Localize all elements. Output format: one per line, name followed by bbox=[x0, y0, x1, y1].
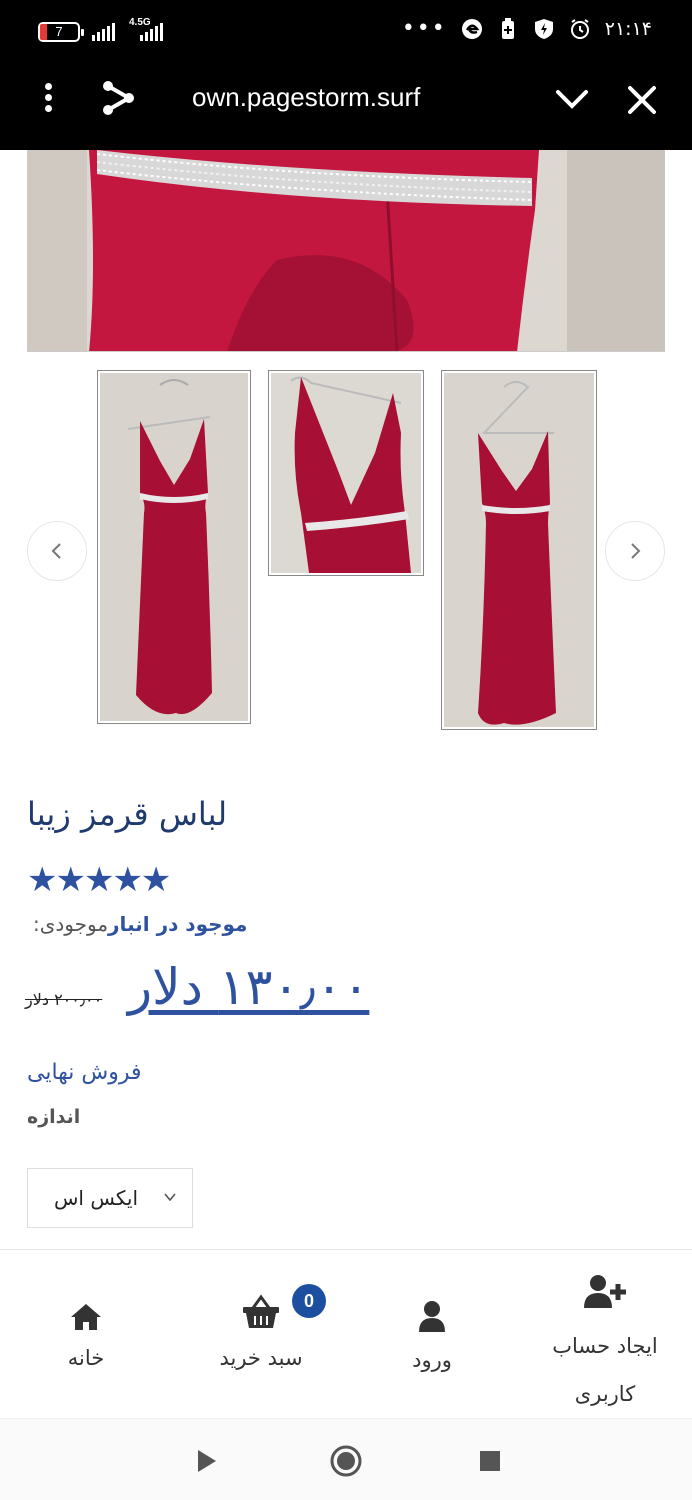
close-icon[interactable] bbox=[622, 80, 662, 120]
chevron-left-icon[interactable] bbox=[27, 521, 87, 581]
edge-icon bbox=[461, 18, 483, 40]
nav-home[interactable]: خانه bbox=[30, 1250, 142, 1418]
url-text[interactable]: own.pagestorm.surf bbox=[192, 82, 420, 113]
battery-saver-icon bbox=[497, 17, 519, 40]
thumbnail-1[interactable] bbox=[97, 370, 251, 724]
thumbnail-2[interactable] bbox=[268, 370, 424, 576]
sale-price: ۱۳۰٫۰۰ دلار bbox=[128, 958, 370, 1016]
size-label: اندازه bbox=[27, 1106, 81, 1128]
bottom-navigation: خانه سبد خرید 0 ورود ایجاد حساب کاربری bbox=[0, 1249, 692, 1417]
share-icon[interactable] bbox=[98, 78, 138, 118]
battery-icon: 7 bbox=[38, 22, 84, 42]
top-bar: 7 4.5G ••• ۲۱:۱۴ own.pagestorm.surf bbox=[0, 0, 692, 150]
nav-cart[interactable]: سبد خرید 0 bbox=[196, 1250, 326, 1418]
size-selected-value: ایکس اس bbox=[54, 1186, 138, 1210]
signal-icon-2 bbox=[140, 21, 163, 41]
product-title: لباس قرمز زیبا bbox=[27, 795, 228, 833]
battery-level: 7 bbox=[55, 24, 63, 39]
cart-count-badge: 0 bbox=[292, 1284, 326, 1318]
nav-home-label: خانه bbox=[67, 1346, 105, 1370]
signal-icon bbox=[92, 21, 115, 41]
old-price: ۲۰۰٫۰۰ دلار bbox=[25, 990, 103, 1009]
stock-value: موجود در انبار bbox=[108, 912, 248, 936]
more-dots-icon: ••• bbox=[401, 16, 447, 41]
final-sale-link[interactable]: فروش نهایی bbox=[27, 1060, 142, 1085]
shopping-basket-icon bbox=[241, 1290, 281, 1330]
back-triangle-icon[interactable] bbox=[188, 1443, 224, 1479]
status-bar: 7 4.5G ••• ۲۱:۱۴ bbox=[0, 0, 692, 62]
stock-status: موجود در انبارموجودی: bbox=[33, 912, 247, 936]
chevron-down-icon bbox=[162, 1186, 178, 1210]
clock: ۲۱:۱۴ bbox=[604, 17, 652, 40]
home-icon bbox=[69, 1292, 103, 1332]
home-circle-icon[interactable] bbox=[328, 1443, 364, 1479]
nav-register-label: ایجاد حساب کاربری bbox=[552, 1334, 658, 1406]
nav-register[interactable]: ایجاد حساب کاربری bbox=[532, 1250, 678, 1418]
alarm-icon bbox=[569, 18, 591, 40]
thumbnail-3[interactable] bbox=[441, 370, 597, 730]
user-icon bbox=[418, 1292, 446, 1332]
rating-stars[interactable]: ★★★★★ bbox=[27, 862, 171, 898]
kebab-menu-icon[interactable] bbox=[38, 82, 60, 114]
product-main-image[interactable] bbox=[27, 150, 665, 352]
chevron-right-icon[interactable] bbox=[605, 521, 665, 581]
nav-cart-label: سبد خرید bbox=[219, 1346, 303, 1370]
chevron-down-icon[interactable] bbox=[552, 80, 592, 120]
user-plus-icon bbox=[584, 1268, 626, 1308]
stock-label: موجودی: bbox=[33, 912, 109, 936]
nav-login-label: ورود bbox=[412, 1348, 452, 1372]
browser-toolbar: own.pagestorm.surf bbox=[0, 62, 692, 150]
recents-square-icon[interactable] bbox=[472, 1443, 508, 1479]
system-navigation-bar bbox=[0, 1418, 692, 1500]
shield-icon bbox=[533, 18, 555, 40]
thumbnail-carousel bbox=[0, 360, 692, 740]
nav-login[interactable]: ورود bbox=[380, 1250, 484, 1418]
size-select[interactable]: ایکس اس bbox=[27, 1168, 193, 1228]
